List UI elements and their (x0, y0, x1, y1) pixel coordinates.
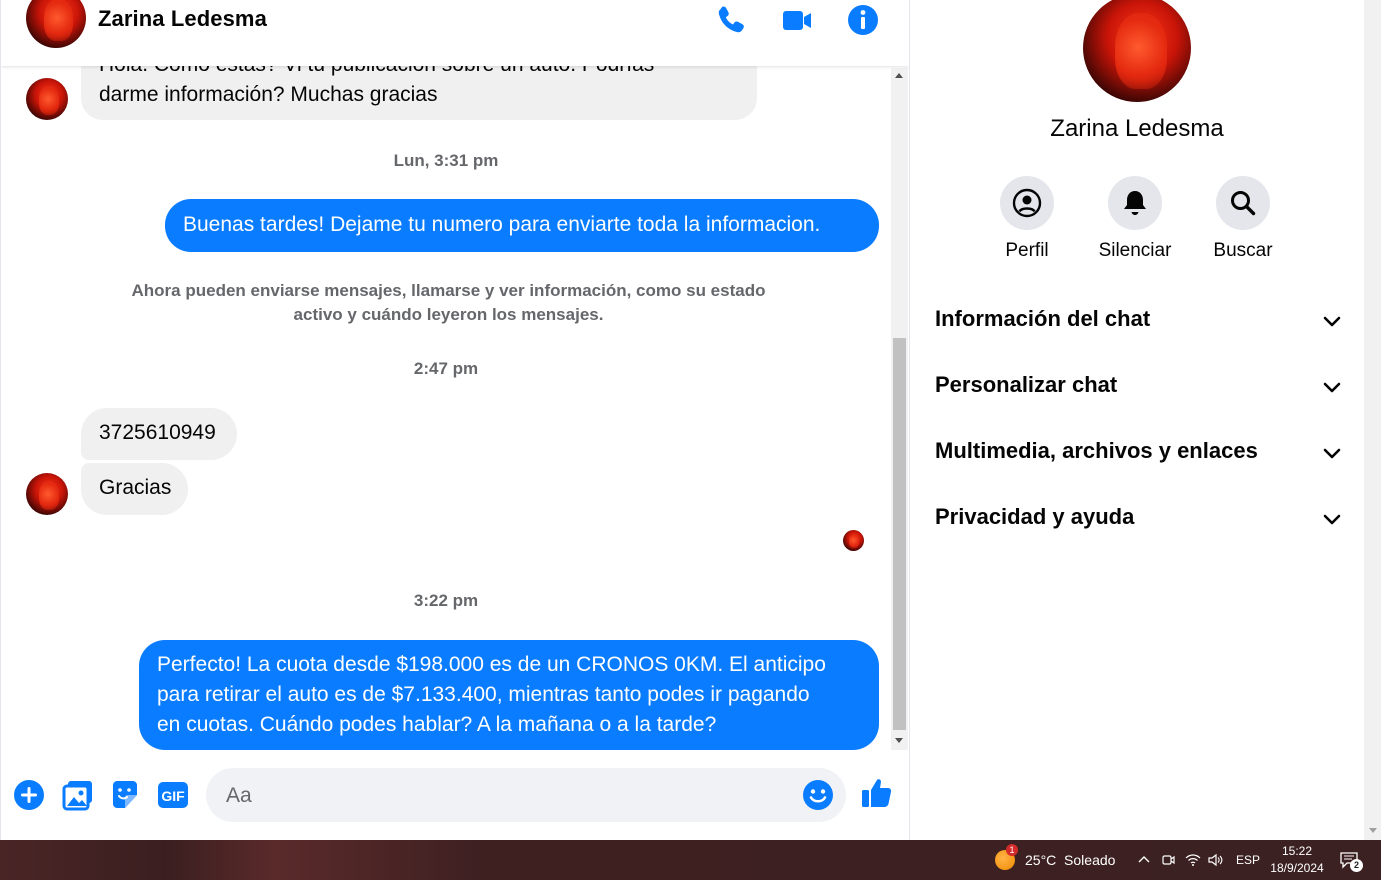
conversation-info-panel: Zarina Ledesma Perfil Silenciar Buscar I… (910, 0, 1364, 840)
read-receipt-avatar (843, 530, 864, 551)
section-privacy-help[interactable]: Privacidad y ayuda (935, 494, 1345, 544)
language-indicator[interactable]: ESP (1236, 840, 1260, 880)
scroll-up-arrow[interactable] (895, 73, 903, 78)
scroll-down-arrow[interactable] (1369, 828, 1377, 833)
section-title: Personalizar chat (935, 372, 1118, 397)
scroll-thumb[interactable] (893, 338, 906, 730)
message-line: darme información? Muchas gracias (99, 83, 438, 106)
weather-text: 25°C Soleado (1025, 852, 1116, 868)
chevron-down-icon (1323, 316, 1341, 327)
mute-button[interactable]: Silenciar (1080, 176, 1190, 262)
chat-header: Zarina Ledesma (1, 0, 909, 66)
section-title: Privacidad y ayuda (935, 504, 1135, 529)
image-icon[interactable] (61, 778, 95, 812)
chevron-down-icon (1323, 514, 1341, 525)
chat-panel: Hola. Como estás? Vi tu publicación sobr… (0, 0, 910, 840)
video-camera-icon[interactable] (779, 2, 815, 38)
contact-name[interactable]: Zarina Ledesma (98, 6, 267, 32)
sun-icon: 1 (995, 844, 1018, 870)
section-chat-info[interactable]: Información del chat (935, 296, 1345, 346)
chevron-up-icon[interactable] (1137, 840, 1151, 880)
message-text: Gracias (99, 476, 172, 499)
message-input[interactable] (224, 780, 788, 812)
message-scrollbar[interactable] (891, 68, 908, 750)
scroll-down-arrow[interactable] (895, 738, 903, 743)
message-outgoing[interactable]: Buenas tardes! Dejame tu numero para env… (165, 199, 879, 252)
windows-taskbar: 1 25°C Soleado ESP 15:22 18/9/2024 2 (0, 840, 1381, 880)
weather-badge: 1 (1006, 844, 1018, 856)
contact-avatar[interactable] (26, 473, 68, 515)
contact-avatar[interactable] (26, 78, 68, 120)
search-icon (1216, 176, 1270, 230)
message-incoming[interactable]: Gracias (81, 463, 188, 515)
meet-icon[interactable] (1161, 840, 1175, 880)
search-label: Buscar (1213, 240, 1273, 261)
message-input-box[interactable] (206, 768, 846, 822)
volume-icon[interactable] (1207, 840, 1223, 880)
notification-icon[interactable]: 2 (1340, 840, 1363, 880)
composer-bar: GIF (1, 750, 909, 840)
phone-icon[interactable] (713, 2, 749, 38)
system-note: Ahora pueden enviarse mensajes, llamarse… (121, 279, 776, 327)
page-scrollbar[interactable] (1364, 0, 1381, 840)
contact-avatar-large[interactable] (1083, 0, 1191, 102)
section-media-files-links[interactable]: Multimedia, archivos y enlaces (935, 428, 1345, 478)
chevron-down-icon (1323, 382, 1341, 393)
profile-button[interactable]: Perfil (972, 176, 1082, 262)
timestamp: 3:22 pm (413, 591, 479, 610)
system-note-line: Ahora pueden enviarse mensajes, llamarse… (131, 281, 766, 300)
gif-label: GIF (161, 788, 185, 804)
chevron-down-icon (1323, 448, 1341, 459)
contact-avatar[interactable] (26, 0, 86, 48)
message-list[interactable]: Hola. Como estás? Vi tu publicación sobr… (1, 0, 891, 750)
message-outgoing[interactable]: Perfecto! La cuota desde $198.000 es de … (139, 640, 879, 750)
system-note-line: activo y cuándo leyeron los mensajes. (293, 305, 604, 324)
message-incoming[interactable]: 3725610949 (81, 408, 237, 460)
weather-widget[interactable]: 1 25°C Soleado (995, 840, 1115, 880)
profile-label: Perfil (1005, 240, 1049, 261)
clock-date: 18/9/2024 (1270, 861, 1324, 875)
search-button[interactable]: Buscar (1188, 176, 1298, 262)
message-line: para retirar el auto es de $7.133.400, m… (157, 683, 810, 706)
wifi-icon[interactable] (1185, 840, 1201, 880)
section-customize-chat[interactable]: Personalizar chat (935, 362, 1345, 412)
contact-name: Zarina Ledesma (1050, 115, 1224, 142)
message-line: en cuotas. Cuándo podes hablar? A la mañ… (157, 713, 717, 736)
profile-icon (1000, 176, 1054, 230)
system-clock[interactable]: 15:22 18/9/2024 (1262, 843, 1332, 877)
timestamp: 2:47 pm (413, 359, 479, 378)
section-title: Multimedia, archivos y enlaces (935, 438, 1258, 463)
sticker-icon[interactable] (108, 778, 142, 812)
mute-label: Silenciar (1098, 240, 1172, 261)
notification-count: 2 (1350, 859, 1363, 872)
info-icon[interactable] (845, 2, 881, 38)
timestamp: Lun, 3:31 pm (393, 151, 499, 170)
message-text: Buenas tardes! Dejame tu numero para env… (183, 213, 821, 236)
message-line: Perfecto! La cuota desde $198.000 es de … (157, 653, 826, 676)
clock-time: 15:22 (1281, 844, 1313, 858)
section-title: Información del chat (935, 306, 1151, 331)
thumbs-up-icon[interactable] (860, 776, 894, 810)
bell-icon (1108, 176, 1162, 230)
message-text: 3725610949 (99, 421, 216, 444)
emoji-icon[interactable] (802, 779, 834, 811)
gif-icon[interactable]: GIF (156, 778, 190, 812)
plus-icon[interactable] (12, 778, 46, 812)
